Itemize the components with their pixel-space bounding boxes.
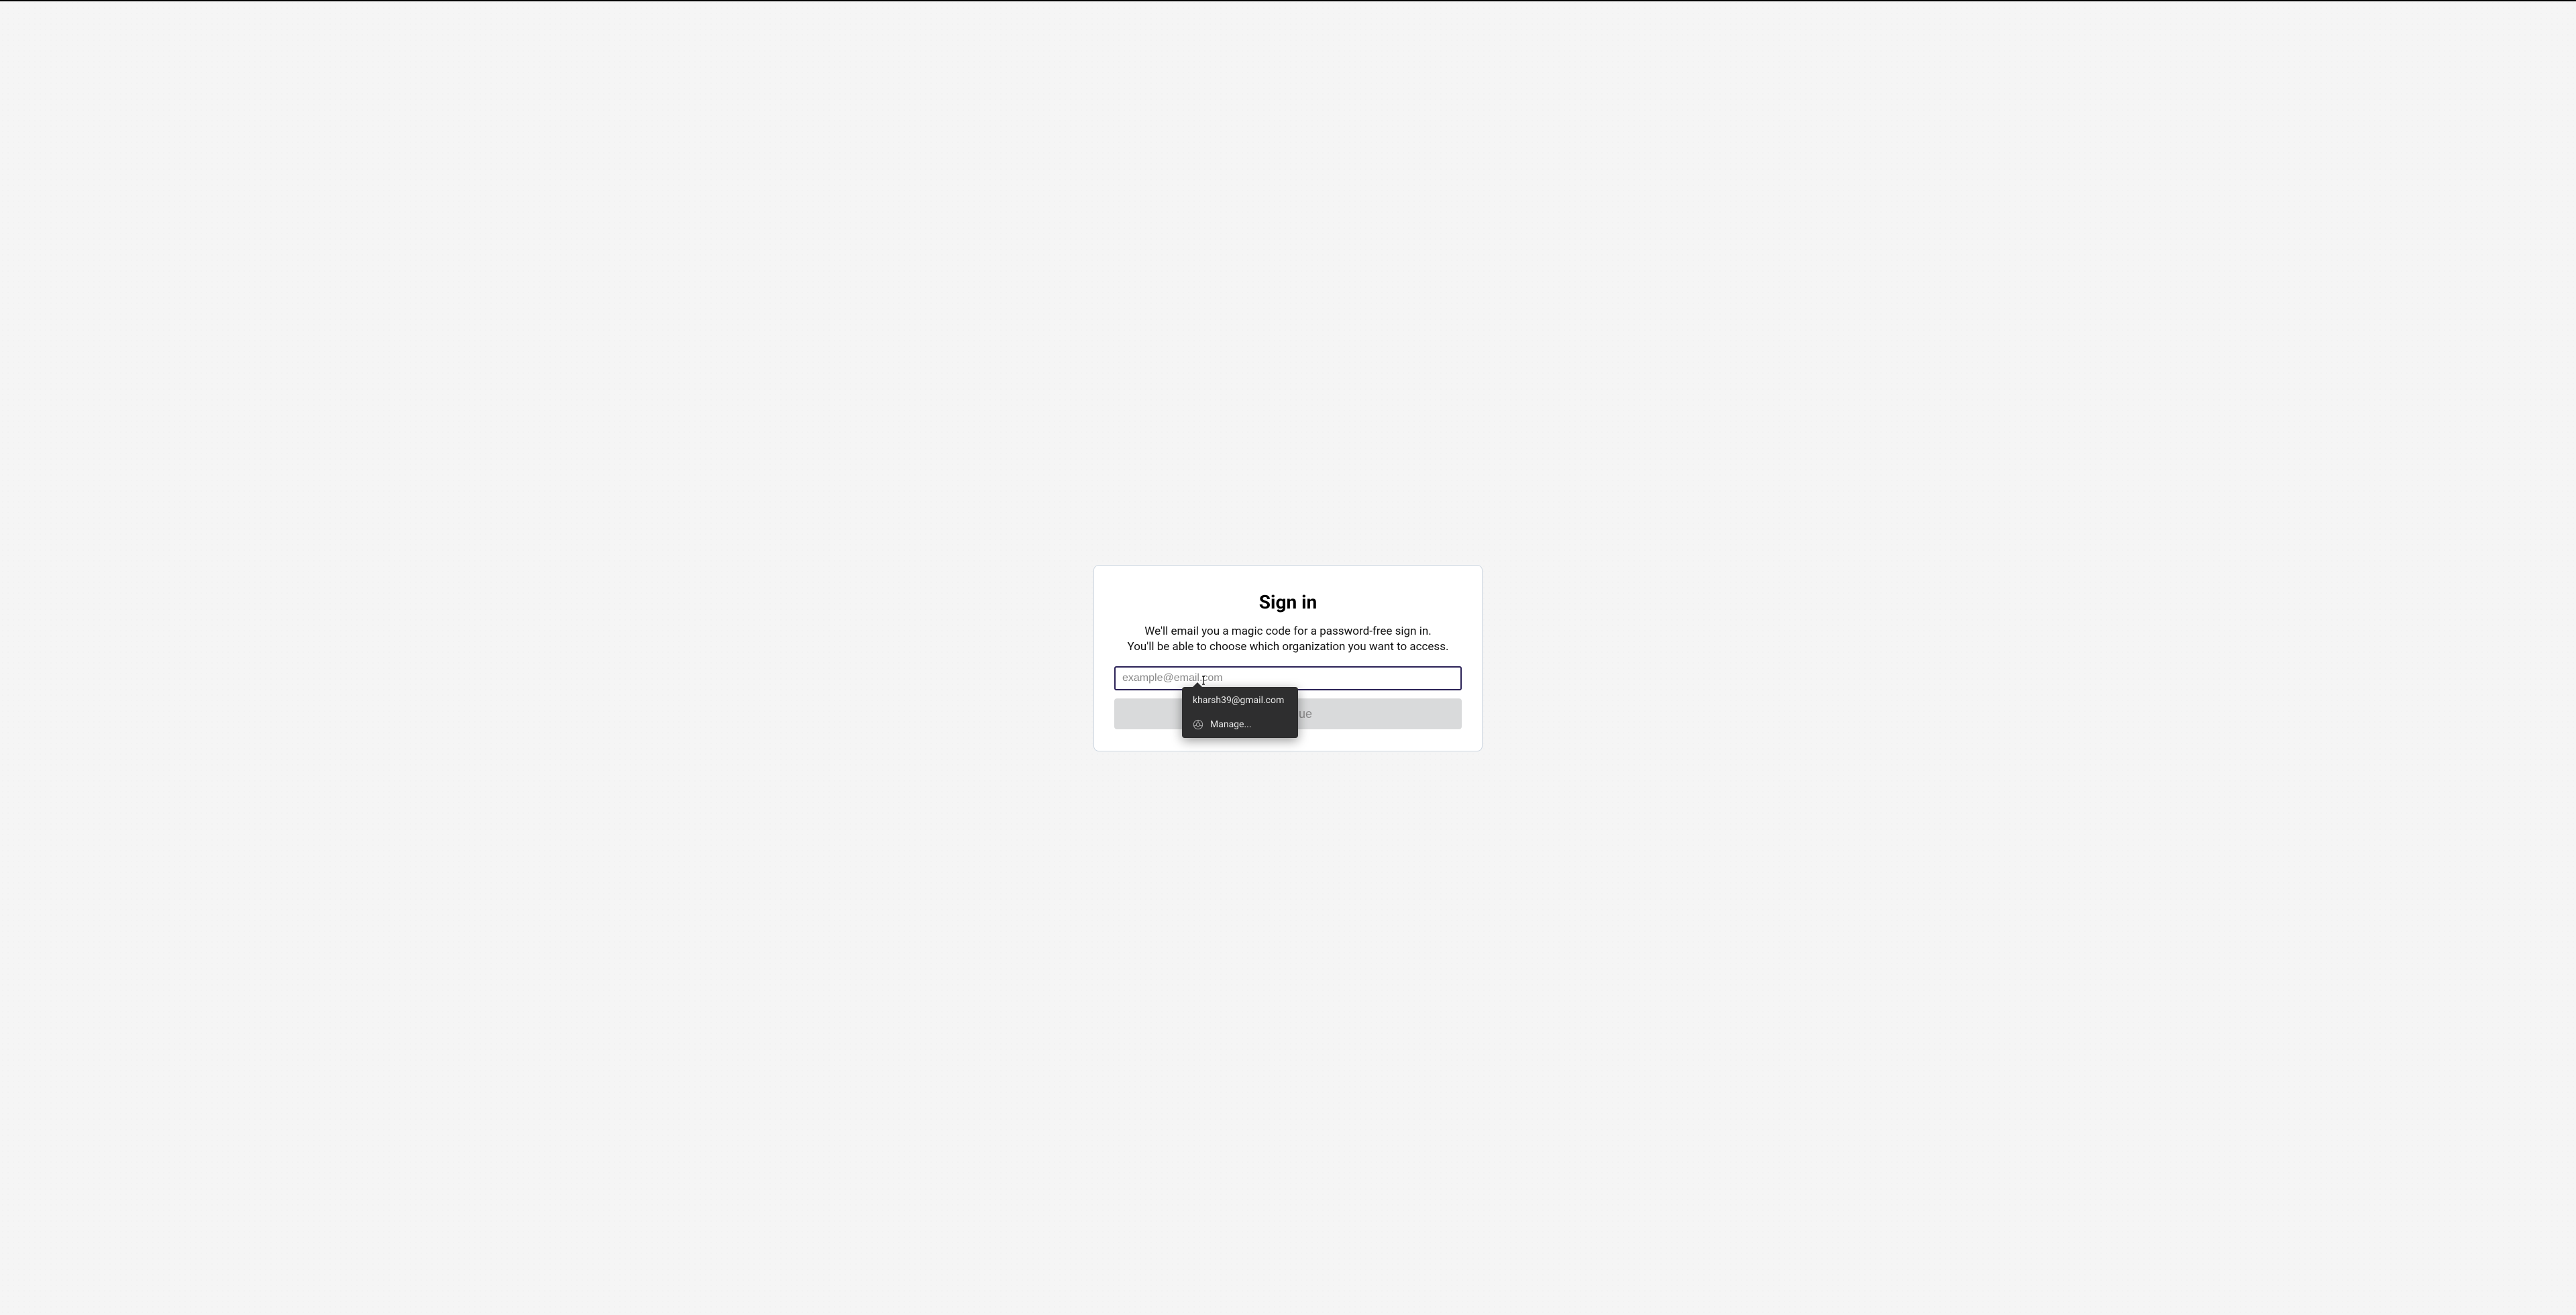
signin-description: We'll email you a magic code for a passw… [1114,624,1462,655]
description-line-1: We'll email you a magic code for a passw… [1144,625,1431,638]
chrome-icon [1193,719,1203,730]
signin-title: Sign in [1114,591,1462,613]
autofill-manage[interactable]: Manage... [1182,713,1298,737]
autofill-dropdown: kharsh39@gmail.com Manage... [1182,687,1298,738]
autofill-suggestion[interactable]: kharsh39@gmail.com [1182,688,1298,713]
signin-card: Sign in We'll email you a magic code for… [1093,565,1483,752]
description-line-2: You'll be able to choose which organizat… [1128,640,1449,653]
manage-label: Manage... [1210,719,1252,730]
